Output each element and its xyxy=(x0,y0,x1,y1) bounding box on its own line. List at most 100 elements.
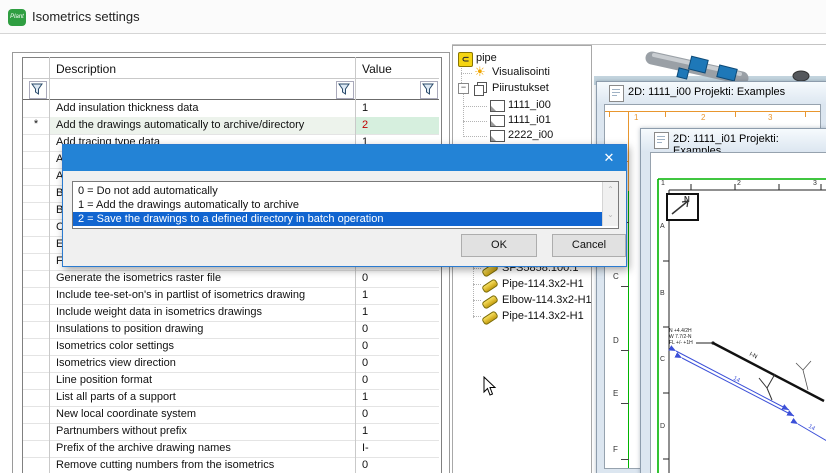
isometrics-settings-window: Plant Isometrics settings Description Va… xyxy=(0,0,826,473)
tree-item-visualisointi[interactable]: Visualisointi xyxy=(492,66,550,78)
listbox-option[interactable]: 1 = Add the drawings automatically to ar… xyxy=(73,198,607,212)
filter-button-value[interactable] xyxy=(420,81,438,99)
row-marker xyxy=(23,304,49,321)
column-header-description[interactable]: Description xyxy=(56,62,116,76)
table-row[interactable]: New local coordinate system0 xyxy=(23,406,439,424)
filter-button-description[interactable] xyxy=(336,81,354,99)
window-1111-i00-titlebar[interactable]: 2D: 1111_i00 Projekti: Examples xyxy=(597,82,826,104)
ruler-letter: E xyxy=(613,389,618,398)
listbox-option[interactable]: 2 = Save the drawings to a defined direc… xyxy=(73,212,607,226)
tree-connector xyxy=(463,93,464,137)
plant-app-icon: Plant xyxy=(8,9,26,26)
table-row[interactable]: *Add the drawings automatically to archi… xyxy=(23,117,439,135)
tree-connector xyxy=(473,268,481,269)
table-row[interactable]: Prefix of the archive drawing namesI- xyxy=(23,440,439,458)
tree-connector xyxy=(473,258,474,318)
drawing-icon xyxy=(490,115,505,127)
row-marker xyxy=(23,372,49,389)
row-marker xyxy=(23,100,49,117)
row-marker xyxy=(23,151,49,168)
mouse-cursor xyxy=(483,376,497,397)
row-description: Add the drawings automatically to archiv… xyxy=(49,117,355,134)
chevron-down-icon[interactable]: ⌄ xyxy=(603,210,618,219)
table-row[interactable]: Insulations to position drawing0 xyxy=(23,321,439,339)
 xyxy=(491,106,496,111)
tree-item-part[interactable]: Pipe-114.3x2-H1 xyxy=(502,310,584,322)
funnel-icon xyxy=(421,82,435,96)
tree-item-1111_i01[interactable]: 1111_i01 xyxy=(508,114,551,126)
chevron-up-icon[interactable]: ⌃ xyxy=(603,185,618,194)
sun-icon: ☀ xyxy=(474,65,486,78)
tree-expander[interactable]: − xyxy=(458,83,469,94)
row-marker xyxy=(23,219,49,236)
orange-ruler-vline xyxy=(628,111,629,191)
tree-item-1111_i00[interactable]: 1111_i00 xyxy=(508,99,551,111)
listbox-scrollbar[interactable]: ⌃ ⌄ xyxy=(602,182,618,226)
table-row[interactable]: Include tee-set-on's in partlist of isom… xyxy=(23,287,439,305)
table-row[interactable]: List all parts of a support1 xyxy=(23,389,439,407)
row-value: 0 xyxy=(355,457,439,473)
ruler-tick xyxy=(609,111,610,117)
window-1111-i01[interactable]: 2D: 1111_i01 Projekti: Examples xyxy=(640,128,826,473)
iso-annotation: FL +/- +1H xyxy=(669,340,693,346)
drawing-icon xyxy=(490,100,505,112)
listbox-option[interactable]: 0 = Do not add automatically xyxy=(73,184,607,198)
row-marker xyxy=(23,168,49,185)
table-row[interactable]: Line position format0 xyxy=(23,372,439,390)
row-description: Insulations to position drawing xyxy=(49,321,355,338)
row-value: 0 xyxy=(355,355,439,372)
window-1111-i01-titlebar[interactable]: 2D: 1111_i01 Projekti: Examples xyxy=(641,129,826,151)
ruler-letter: C xyxy=(660,356,665,363)
drawing-area-i01[interactable]: 123ABCDNN +4.4/2HW 7.7/2-NFL +/- +1HI-N1… xyxy=(650,152,826,473)
table-row[interactable]: Isometrics color settings0 xyxy=(23,338,439,356)
ok-button[interactable]: OK xyxy=(461,234,537,257)
dialog-titlebar[interactable]: ✕ xyxy=(63,145,626,171)
value-select-dialog: ✕ 0 = Do not add automatically1 = Add th… xyxy=(62,144,627,267)
cancel-button[interactable]: Cancel xyxy=(552,234,626,257)
tree-item-part[interactable]: Pipe-114.3x2-H1 xyxy=(502,278,584,290)
option-listbox[interactable]: 0 = Do not add automatically1 = Add the … xyxy=(72,181,619,229)
tree-item-pipe[interactable]: pipe xyxy=(476,52,497,64)
tree-item-2222_i00[interactable]: 2222_i00 xyxy=(508,129,553,141)
ruler-letter: D xyxy=(660,423,665,430)
dim-label: 14 xyxy=(807,424,816,433)
funnel-icon xyxy=(30,82,44,96)
row-marker xyxy=(23,338,49,355)
row-marker xyxy=(23,457,49,473)
row-description: New local coordinate system xyxy=(49,406,355,423)
row-description: Include weight data in isometrics drawin… xyxy=(49,304,355,321)
row-description: Generate the isometrics raster file xyxy=(49,270,355,287)
filter-button-marker[interactable] xyxy=(29,81,47,99)
row-marker xyxy=(23,389,49,406)
close-icon[interactable]: ✕ xyxy=(598,149,620,167)
table-row[interactable]: Include weight data in isometrics drawin… xyxy=(23,304,439,322)
pipe-icon: ⊂ xyxy=(458,52,473,67)
row-marker xyxy=(23,355,49,372)
row-marker xyxy=(23,440,49,457)
table-row[interactable]: Partnumbers without prefix1 xyxy=(23,423,439,441)
fitting-3d xyxy=(793,71,809,81)
ruler-letter: B xyxy=(660,290,665,297)
tree-connector xyxy=(461,73,472,74)
row-marker xyxy=(23,253,49,270)
table-row[interactable]: Remove cutting numbers from the isometri… xyxy=(23,457,439,473)
ruler-letter: A xyxy=(660,223,665,230)
column-header-value[interactable]: Value xyxy=(362,62,392,76)
ruler-letter: D xyxy=(613,336,619,345)
north-label: N xyxy=(684,195,690,204)
document-icon xyxy=(654,132,669,149)
ruler-tick xyxy=(621,403,629,404)
row-value: 0 xyxy=(355,372,439,389)
tree-connector xyxy=(473,284,481,285)
table-row[interactable]: Generate the isometrics raster file0 xyxy=(23,270,439,288)
row-marker xyxy=(23,287,49,304)
row-description: Partnumbers without prefix xyxy=(49,423,355,440)
table-row[interactable]: Add insulation thickness data1 xyxy=(23,100,439,118)
table-row[interactable]: Isometrics view direction0 xyxy=(23,355,439,373)
row-value: 2 xyxy=(355,117,439,134)
tree-item-part[interactable]: Elbow-114.3x2-H1 xyxy=(502,294,592,306)
window-title: 2D: 1111_i00 Projekti: Examples xyxy=(628,86,785,98)
tree-item-piirustukset[interactable]: Piirustukset xyxy=(492,82,549,94)
ruler-tick xyxy=(621,459,629,460)
ruler-number: 2 xyxy=(701,113,705,122)
